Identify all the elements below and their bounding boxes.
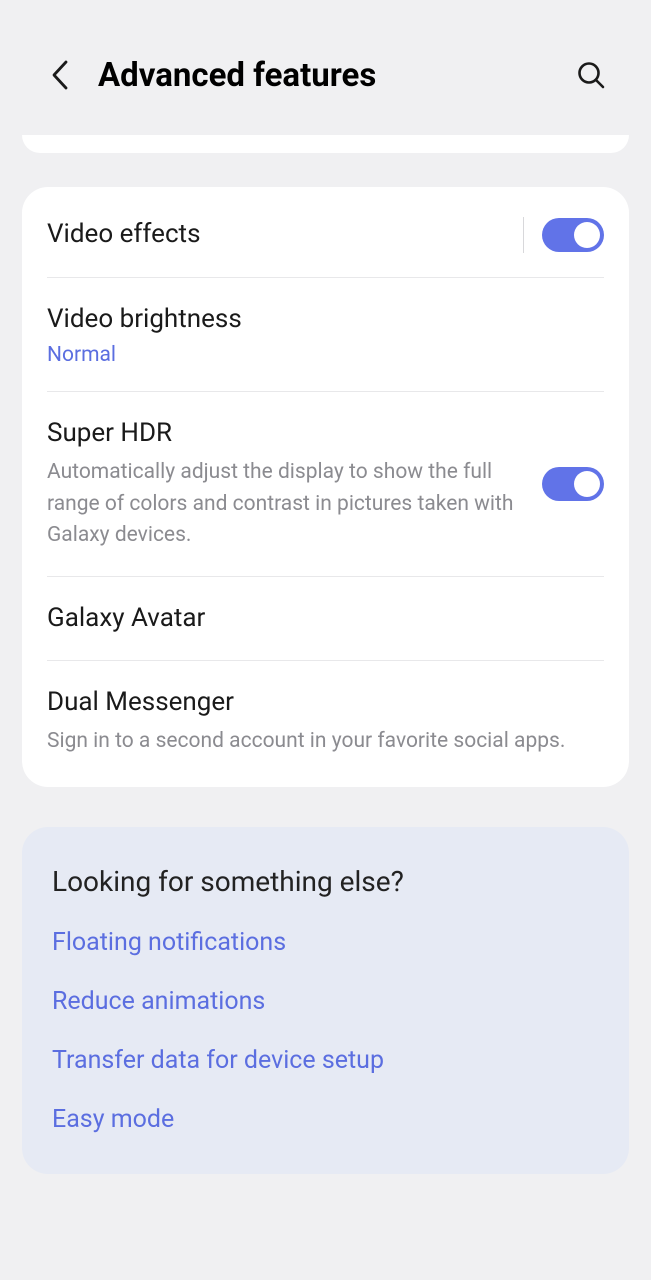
search-icon [576, 60, 606, 90]
dual-messenger-item[interactable]: Dual Messenger Sign in to a second accou… [47, 661, 604, 788]
settings-card: Video effects Video brightness Normal Su… [22, 187, 629, 787]
footer-title: Looking for something else? [52, 865, 599, 898]
video-effects-item[interactable]: Video effects [47, 187, 604, 278]
video-brightness-item[interactable]: Video brightness Normal [47, 278, 604, 392]
item-description: Automatically adjust the display to show… [47, 457, 532, 552]
link-transfer-data[interactable]: Transfer data for device setup [52, 1046, 599, 1075]
toggle-knob [574, 471, 600, 497]
super-hdr-toggle[interactable] [542, 467, 604, 501]
link-floating-notifications[interactable]: Floating notifications [52, 928, 599, 957]
item-title: Video effects [47, 217, 513, 252]
divider [523, 217, 524, 253]
link-easy-mode[interactable]: Easy mode [52, 1105, 599, 1134]
super-hdr-item[interactable]: Super HDR Automatically adjust the displ… [47, 392, 604, 577]
item-subtitle: Normal [47, 343, 594, 367]
link-reduce-animations[interactable]: Reduce animations [52, 987, 599, 1016]
item-title: Video brightness [47, 302, 594, 337]
galaxy-avatar-item[interactable]: Galaxy Avatar [47, 577, 604, 661]
looking-for-card: Looking for something else? Floating not… [22, 827, 629, 1174]
back-button[interactable] [40, 55, 80, 95]
toggle-knob [574, 222, 600, 248]
page-title: Advanced features [98, 56, 571, 95]
item-title: Dual Messenger [47, 685, 594, 720]
item-description: Sign in to a second account in your favo… [47, 726, 594, 758]
item-title: Galaxy Avatar [47, 601, 594, 636]
chevron-left-icon [51, 60, 69, 90]
video-effects-toggle[interactable] [542, 218, 604, 252]
header: Advanced features [0, 0, 651, 135]
item-title: Super HDR [47, 416, 532, 451]
previous-card-peek [22, 135, 629, 153]
search-button[interactable] [571, 55, 611, 95]
